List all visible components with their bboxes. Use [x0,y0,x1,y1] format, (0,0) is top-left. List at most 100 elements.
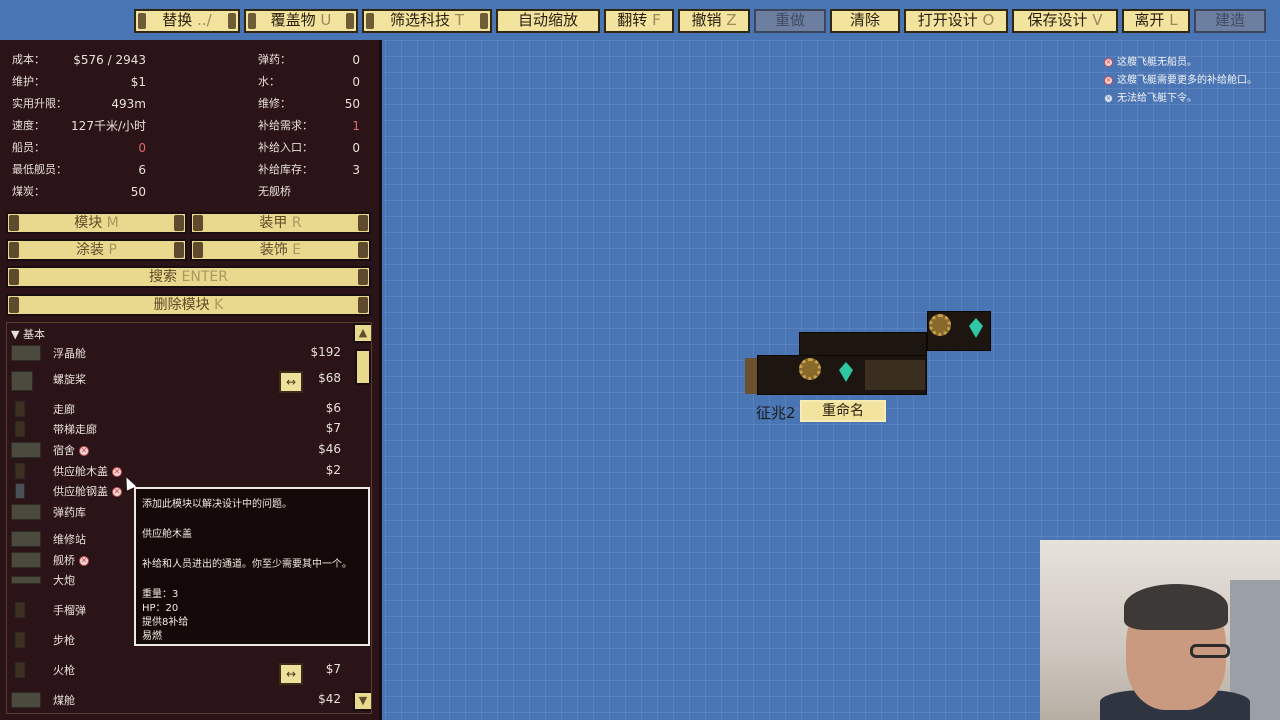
module-row-dormitory[interactable]: 宿舍 ✕ $46 [7,440,347,460]
musket-icon [15,662,25,678]
upkeep-label: 维护： [12,75,45,88]
overlay-hotkey: U [320,11,332,29]
scroll-up-icon[interactable]: ▲ [353,323,371,343]
speed-label: 速度： [12,119,45,132]
modules-button[interactable]: 模块 M [6,212,187,234]
warning-no-orders: ✕ 无法给飞艇下令。 [1104,89,1197,104]
decor-button-hotkey: E [292,242,302,258]
warning-supply-hatch: ✕ 这艘飞艇需要更多的补给舱口。 [1104,71,1257,86]
category-label: 基本 [22,328,45,341]
gear-icon [799,358,821,380]
decor-button[interactable]: 装饰 E [190,239,371,261]
tooltip-hint: 添加此模块以解决设计中的问题。 [142,499,292,510]
module-name-text: 宿舍 [53,444,75,457]
delete-module-hotkey: K [214,297,224,313]
warning-icon: ✕ [79,556,89,566]
wood-hatch-icon [15,463,25,479]
save-design-button[interactable]: 保存设计 V [1012,9,1118,33]
search-button-hotkey: ENTER [181,269,228,285]
water-value: 0 [352,75,360,89]
auto-zoom-button[interactable]: 自动缩放 [496,9,600,33]
build-button[interactable]: 建造 [1194,9,1266,33]
armor-button-label: 装甲 [259,215,288,231]
module-row-corridor[interactable]: 走廊 $6 [7,399,347,419]
build-label: 建造 [1214,11,1245,29]
scroll-thumb[interactable] [355,349,371,385]
coal-bunker-icon [11,692,41,708]
tooltip-weight: 重量：3 [142,589,179,600]
rename-button[interactable]: 重命名 [800,400,886,422]
glasses-icon [1190,644,1230,658]
open-design-label: 打开设计 [917,11,978,29]
water-label: 水： [258,75,280,88]
filter-tech-button[interactable]: 筛选科技 T [362,9,492,33]
module-price: $192 [310,345,341,359]
overlay-button[interactable]: 覆盖物 U [244,9,358,33]
replace-label: 替换 [162,11,193,29]
replace-button[interactable]: 替换 ../ [134,9,240,33]
save-design-label: 保存设计 [1027,11,1088,29]
tooltip-title: 供应舱木盖 [142,529,192,540]
warning-icon: ✕ [79,446,89,456]
module-price: $7 [325,662,341,676]
module-price: $6 [325,401,341,415]
webcam-person-hair [1124,584,1228,630]
module-price: $42 [318,692,341,706]
undo-button[interactable]: 撤销 Z [678,9,750,33]
coal-label: 煤炭： [12,185,45,198]
grenade-icon [15,602,25,618]
paint-button-label: 涂装 [76,242,105,258]
warning-text: 无法给飞艇下令。 [1117,93,1197,104]
module-name-text: 舰桥 [53,554,75,567]
supply-stock-value: 3 [352,163,360,177]
repair-label: 维修： [258,97,291,110]
undo-label: 撤销 [691,11,722,29]
warning-icon: ✕ [112,467,122,477]
module-row-float-crystal[interactable]: 浮晶舱 $192 [7,343,347,363]
module-row-wood-hatch[interactable]: 供应舱木盖 ✕ $2 [7,461,347,481]
filter-tech-hotkey: T [454,11,464,29]
tooltip-hp: HP：20 [142,603,179,614]
module-name: 舰桥 ✕ [53,552,89,568]
flip-musket-button[interactable]: ↔ [279,663,303,685]
leave-button[interactable]: 离开 L [1122,9,1190,33]
module-name: 走廊 [53,403,75,416]
speed-value: 127千米/小时 [71,119,146,133]
scroll-down-icon[interactable]: ▼ [353,691,371,711]
tooltip-supply: 提供8补给 [142,617,189,628]
upkeep-value: $1 [130,75,146,89]
module-name: 煤舱 [53,694,75,707]
ammo-label: 弹药： [258,53,291,66]
cannon-icon [11,576,41,584]
modules-button-label: 模块 [74,215,103,231]
paint-button[interactable]: 涂装 P [6,239,187,261]
coal-value: 50 [130,185,146,199]
module-row-coal-bunker[interactable]: 煤舱 $42 [7,690,347,710]
flip-propeller-button[interactable]: ↔ [279,371,303,393]
flip-button[interactable]: 翻转 F [604,9,674,33]
delete-module-button[interactable]: 删除模块 K [6,294,371,316]
armor-button[interactable]: 装甲 R [190,212,371,234]
warning-icon: ✕ [112,487,122,497]
webcam-overlay [1040,540,1280,720]
module-name: 步枪 [53,634,75,647]
bridge-icon [11,552,41,568]
clear-button[interactable]: 清除 [830,9,900,33]
crew-label: 船员： [12,141,45,154]
armor-button-hotkey: R [291,215,302,231]
auto-zoom-label: 自动缩放 [517,11,578,29]
redo-button[interactable]: 重做 [754,9,826,33]
undo-hotkey: Z [726,11,737,29]
decor-button-label: 装饰 [259,242,288,258]
open-design-button[interactable]: 打开设计 O [904,9,1008,33]
repair-station-icon [11,531,41,547]
ship-hull-upper[interactable] [799,332,927,356]
flip-hotkey: F [652,11,661,29]
search-button[interactable]: 搜索 ENTER [6,266,371,288]
rifle-icon [15,632,25,648]
min-crew-label: 最低舰员： [12,163,67,176]
corridor-icon [15,401,25,417]
module-row-ladder-corridor[interactable]: 带梯走廊 $7 [7,419,347,439]
no-bridge-label: 无舰桥 [258,185,291,198]
category-header[interactable]: ▼ 基本 [11,326,45,342]
